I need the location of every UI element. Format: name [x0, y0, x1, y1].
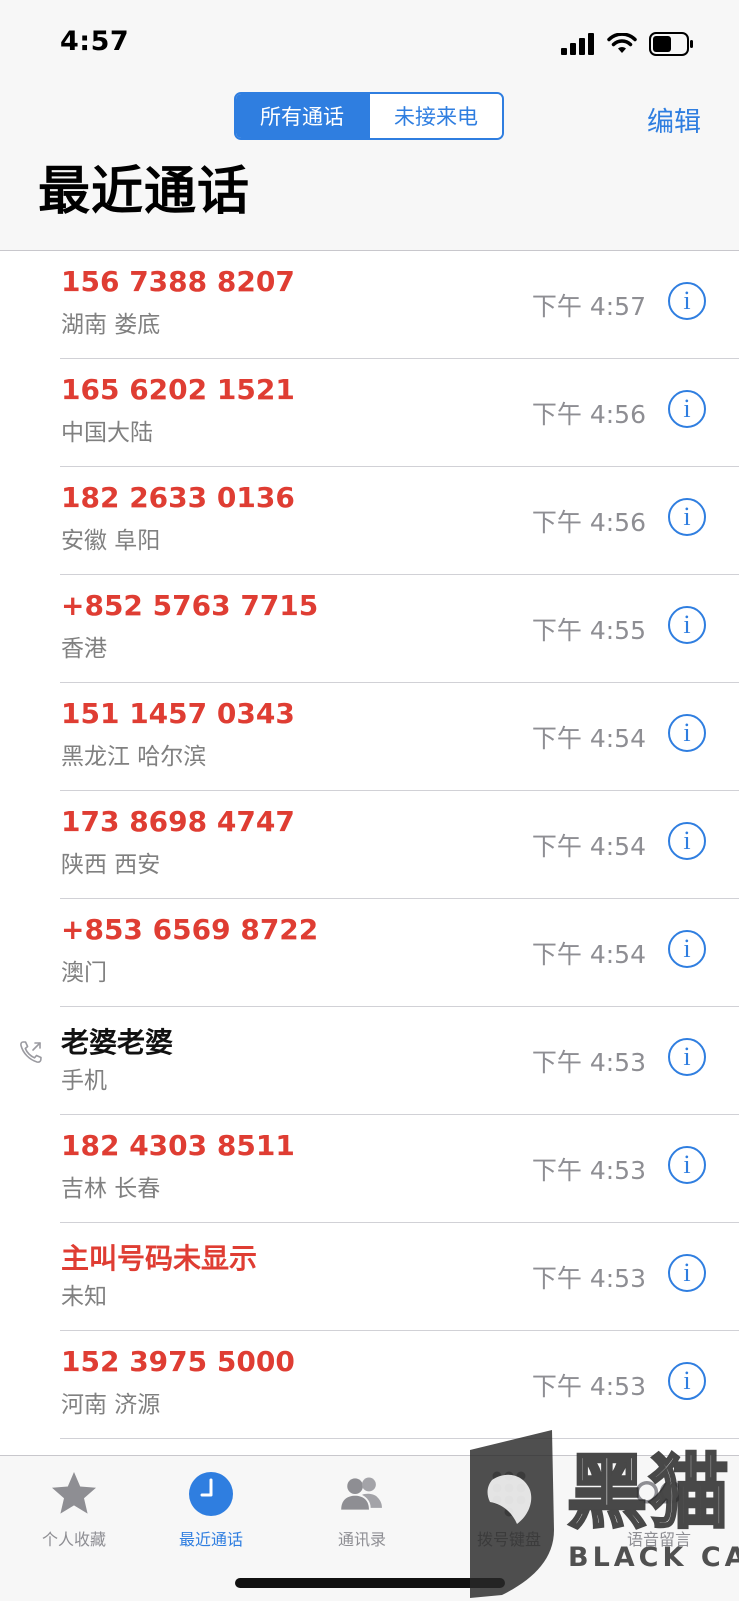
call-location: 湖南 娄底 — [61, 312, 161, 338]
call-location: 吉林 长春 — [61, 1176, 161, 1202]
call-location: 安徽 阜阳 — [61, 528, 161, 554]
call-number: 182 4303 8511 — [61, 1129, 295, 1162]
call-number: 152 3975 5000 — [61, 1345, 295, 1378]
outgoing-call-icon — [20, 1041, 42, 1063]
info-icon[interactable]: i — [668, 1146, 706, 1184]
call-location: 黑龙江 哈尔滨 — [61, 744, 207, 770]
call-row[interactable]: 151 1457 0343 黑龙江 哈尔滨 下午 4:54 i — [0, 683, 739, 791]
call-row[interactable]: 182 4303 8511 吉林 长春 下午 4:53 i — [0, 1115, 739, 1223]
call-time: 下午 4:57 — [531, 292, 646, 321]
call-number: +852 5763 7715 — [61, 589, 319, 622]
call-filter-segmented-control: 所有通话 未接来电 — [234, 92, 504, 140]
tab-label: 最近通话 — [178, 1530, 243, 1549]
call-number: +853 6569 8722 — [61, 913, 319, 946]
call-location: 中国大陆 — [61, 420, 153, 446]
tab-label: 个人收藏 — [41, 1530, 106, 1549]
call-time: 下午 4:53 — [531, 1048, 646, 1077]
call-location: 河南 济源 — [61, 1392, 161, 1418]
call-time: 下午 4:53 — [531, 1372, 646, 1401]
tab-label: 通讯录 — [337, 1530, 386, 1549]
call-time: 下午 4:56 — [531, 400, 646, 429]
recent-calls-list: 156 7388 8207 湖南 娄底 下午 4:57 i 165 6202 1… — [0, 251, 739, 1455]
call-location: 香港 — [61, 636, 107, 662]
call-row[interactable]: 156 7388 8207 湖南 娄底 下午 4:57 i — [0, 251, 739, 359]
call-number: 151 1457 0343 — [61, 697, 295, 730]
edit-button[interactable]: 编辑 — [647, 100, 701, 139]
wifi-icon — [607, 33, 637, 53]
call-row[interactable]: 165 6202 1521 中国大陆 下午 4:56 i — [0, 359, 739, 467]
nav-header: 所有通话 未接来电 编辑 最近通话 — [0, 88, 739, 251]
segment-all-calls[interactable]: 所有通话 — [236, 94, 368, 138]
tab-keypad[interactable]: 拨号键盘 — [435, 1456, 583, 1556]
call-time: 下午 4:54 — [531, 940, 646, 969]
status-icons — [561, 30, 695, 58]
star-icon — [52, 1472, 96, 1514]
info-icon[interactable]: i — [668, 282, 706, 320]
call-location: 未知 — [61, 1284, 107, 1310]
info-icon[interactable]: i — [668, 930, 706, 968]
call-time: 下午 4:53 — [531, 1264, 646, 1293]
segment-missed-calls[interactable]: 未接来电 — [368, 94, 502, 138]
call-row[interactable]: +852 5763 7715 香港 下午 4:55 i — [0, 575, 739, 683]
info-icon[interactable]: i — [668, 714, 706, 752]
tab-voicemail[interactable]: 语音留言 — [585, 1456, 733, 1556]
call-row[interactable]: 182 2633 0136 安徽 阜阳 下午 4:56 i — [0, 467, 739, 575]
info-icon[interactable]: i — [668, 1254, 706, 1292]
info-icon[interactable]: i — [668, 1038, 706, 1076]
call-row[interactable]: +853 6569 8722 澳门 下午 4:54 i — [0, 899, 739, 1007]
info-icon[interactable]: i — [668, 822, 706, 860]
call-location: 澳门 — [61, 960, 107, 986]
info-icon[interactable]: i — [668, 390, 706, 428]
tab-label: 语音留言 — [626, 1530, 691, 1549]
page-title: 最近通话 — [38, 162, 251, 222]
call-number: 182 2633 0136 — [61, 481, 295, 514]
status-bar: 4:57 — [0, 0, 739, 88]
call-row[interactable]: 152 3975 5000 河南 济源 下午 4:53 i — [0, 1331, 739, 1439]
call-row[interactable]: 老婆老婆 手机 下午 4:53 i — [0, 1007, 739, 1115]
home-indicator — [235, 1578, 505, 1588]
keypad-icon — [492, 1471, 526, 1517]
clock-icon — [189, 1472, 233, 1516]
call-number: 主叫号码未显示 — [61, 1242, 258, 1275]
call-number: 173 8698 4747 — [61, 805, 295, 838]
call-row[interactable] — [0, 1439, 739, 1455]
tab-label: 拨号键盘 — [476, 1530, 541, 1549]
contacts-icon — [341, 1477, 382, 1510]
tab-contacts[interactable]: 通讯录 — [288, 1456, 436, 1556]
call-time: 下午 4:56 — [531, 508, 646, 537]
signal-icon — [561, 33, 594, 55]
call-number: 156 7388 8207 — [61, 265, 295, 298]
call-time: 下午 4:54 — [531, 832, 646, 861]
call-row[interactable]: 173 8698 4747 陕西 西安 下午 4:54 i — [0, 791, 739, 899]
call-number: 165 6202 1521 — [61, 373, 295, 406]
info-icon[interactable]: i — [668, 1362, 706, 1400]
call-time: 下午 4:55 — [531, 616, 646, 645]
info-icon[interactable]: i — [668, 606, 706, 644]
call-location: 陕西 西安 — [61, 852, 161, 878]
call-row[interactable]: 主叫号码未显示 未知 下午 4:53 i — [0, 1223, 739, 1331]
tab-favorites[interactable]: 个人收藏 — [0, 1456, 148, 1556]
call-time: 下午 4:53 — [531, 1156, 646, 1185]
battery-icon — [649, 32, 693, 56]
contact-name: 老婆老婆 — [61, 1026, 174, 1059]
tab-recents[interactable]: 最近通话 — [137, 1456, 285, 1556]
call-location: 手机 — [61, 1068, 107, 1094]
voicemail-icon — [635, 1481, 683, 1504]
call-time: 下午 4:54 — [531, 724, 646, 753]
info-icon[interactable]: i — [668, 498, 706, 536]
status-time: 4:57 — [60, 26, 130, 57]
